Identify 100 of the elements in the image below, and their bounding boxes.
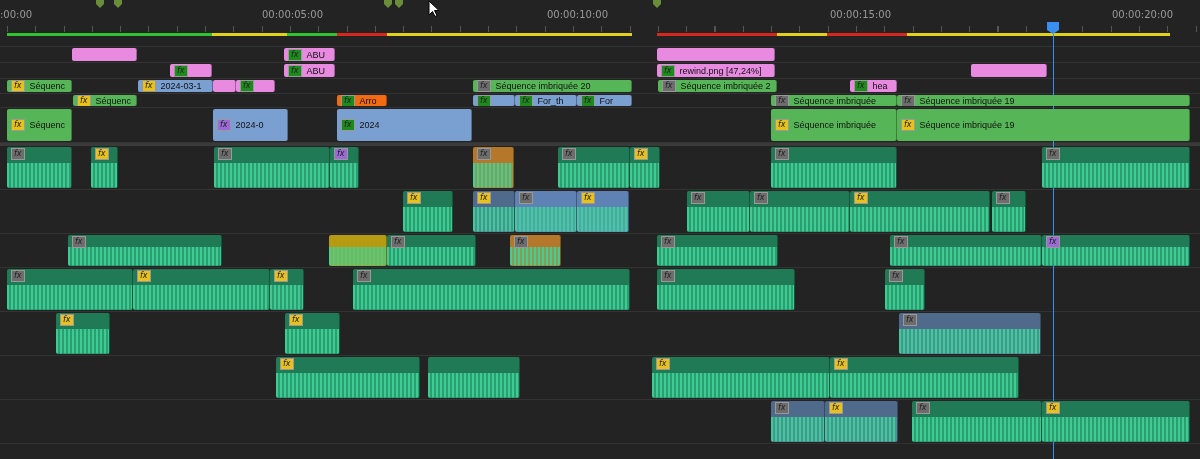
fx-badge[interactable]: fx xyxy=(11,80,25,92)
marker-icon[interactable] xyxy=(114,0,122,8)
audio-clip[interactable]: fx xyxy=(890,235,1042,266)
video-clip[interactable]: fx 2024-03-1 xyxy=(138,80,213,92)
fx-badge[interactable]: fx xyxy=(11,119,25,131)
marker-icon[interactable] xyxy=(96,0,104,8)
fx-badge[interactable]: fx xyxy=(174,64,188,77)
fx-badge[interactable]: fx xyxy=(217,119,231,131)
video-clip[interactable]: fx xyxy=(473,95,515,106)
audio-clip[interactable]: fx xyxy=(771,401,825,442)
video-clip[interactable]: fx Séquenc xyxy=(73,95,137,106)
video-clip[interactable]: fx Séquence imbriquée xyxy=(771,95,897,106)
audio-clip[interactable]: fx xyxy=(510,235,561,266)
fx-badge[interactable]: fx xyxy=(1046,402,1060,414)
audio-clip[interactable]: fx xyxy=(270,269,304,310)
fx-badge[interactable]: fx xyxy=(95,148,109,160)
video-clip[interactable] xyxy=(72,48,137,61)
video-clip[interactable]: fx Arro xyxy=(337,95,387,106)
audio-clip[interactable]: fx xyxy=(387,235,476,266)
fx-badge[interactable]: fx xyxy=(894,236,908,248)
video-clip[interactable]: fx Séquence imbriquée 19 xyxy=(897,109,1190,141)
fx-badge[interactable]: fx xyxy=(656,358,670,370)
marker-icon[interactable] xyxy=(395,0,403,8)
audio-clip[interactable]: fx xyxy=(687,191,750,232)
fx-badge[interactable]: fx xyxy=(477,95,491,106)
fx-badge[interactable]: fx xyxy=(661,270,675,282)
audio-clip[interactable]: fx xyxy=(850,191,990,232)
audio-clip[interactable]: fx xyxy=(276,357,420,398)
fx-badge[interactable]: fx xyxy=(889,270,903,282)
audio-clip[interactable]: fx xyxy=(912,401,1042,442)
video-clip[interactable]: fx xyxy=(236,80,275,92)
fx-badge[interactable]: fx xyxy=(274,270,288,282)
fx-badge[interactable]: fx xyxy=(357,270,371,282)
audio-clip[interactable]: fx xyxy=(1042,147,1190,188)
fx-badge[interactable]: fx xyxy=(280,358,294,370)
fx-badge[interactable]: fx xyxy=(289,314,303,326)
video-clip[interactable]: fx Séquenc xyxy=(7,109,72,141)
audio-clip[interactable]: fx xyxy=(7,147,72,188)
audio-clip[interactable]: fx xyxy=(657,235,778,266)
marker-icon[interactable] xyxy=(653,0,661,8)
video-clip[interactable]: fx rewind.png [47,24%] xyxy=(657,64,775,77)
audio-clip[interactable]: fx xyxy=(285,313,340,354)
fx-badge[interactable]: fx xyxy=(288,64,302,77)
audio-clip[interactable]: fx xyxy=(577,191,629,232)
fx-badge[interactable]: fx xyxy=(661,64,675,77)
audio-clip[interactable]: fx xyxy=(899,313,1041,354)
fx-badge[interactable]: fx xyxy=(519,95,533,106)
fx-badge[interactable]: fx xyxy=(661,236,675,248)
fx-badge[interactable]: fx xyxy=(341,95,355,106)
audio-clip[interactable]: fx xyxy=(403,191,453,232)
audio-clip[interactable]: fx xyxy=(885,269,925,310)
audio-clip[interactable]: fx xyxy=(830,357,1019,398)
fx-badge[interactable]: fx xyxy=(775,119,789,131)
fx-badge[interactable]: fx xyxy=(477,148,491,160)
fx-badge[interactable]: fx xyxy=(1046,236,1060,248)
fx-badge[interactable]: fx xyxy=(634,148,648,160)
fx-badge[interactable]: fx xyxy=(775,148,789,160)
video-clip[interactable]: fx Séquence imbriquée xyxy=(771,109,897,141)
audio-clip[interactable]: fx xyxy=(133,269,270,310)
video-clip[interactable]: fx hea xyxy=(850,80,897,92)
fx-badge[interactable]: fx xyxy=(218,148,232,160)
fx-badge[interactable]: fx xyxy=(903,314,917,326)
fx-badge[interactable]: fx xyxy=(137,270,151,282)
audio-clip[interactable]: fx xyxy=(750,191,850,232)
audio-clip[interactable]: fx xyxy=(825,401,898,442)
fx-badge[interactable]: fx xyxy=(391,236,405,248)
fx-badge[interactable]: fx xyxy=(775,402,789,414)
fx-badge[interactable]: fx xyxy=(901,95,915,106)
audio-clip[interactable]: fx xyxy=(56,313,110,354)
audio-clip[interactable]: fx xyxy=(214,147,330,188)
audio-clip[interactable]: fx xyxy=(91,147,118,188)
fx-badge[interactable]: fx xyxy=(901,119,915,131)
fx-badge[interactable]: fx xyxy=(996,192,1010,204)
audio-clip[interactable]: fx xyxy=(7,269,133,310)
fx-badge[interactable]: fx xyxy=(834,358,848,370)
fx-badge[interactable]: fx xyxy=(142,80,156,92)
audio-clip[interactable]: fx xyxy=(771,147,897,188)
video-clip[interactable]: fx ABU xyxy=(284,48,335,61)
video-clip[interactable]: fx Séquence imbriquée 19 xyxy=(897,95,1190,106)
audio-clip[interactable]: fx xyxy=(473,191,515,232)
fx-badge[interactable]: fx xyxy=(341,119,355,131)
audio-clip[interactable]: fx xyxy=(652,357,830,398)
fx-badge[interactable]: fx xyxy=(72,236,86,248)
fx-badge[interactable]: fx xyxy=(77,95,91,106)
fx-badge[interactable]: fx xyxy=(562,148,576,160)
fx-badge[interactable]: fx xyxy=(60,314,74,326)
video-clip[interactable]: fx xyxy=(170,64,212,77)
fx-badge[interactable]: fx xyxy=(1046,148,1060,160)
fx-badge[interactable]: fx xyxy=(662,80,676,92)
video-clip[interactable] xyxy=(971,64,1047,77)
fx-badge[interactable]: fx xyxy=(829,402,843,414)
audio-clip[interactable]: fx xyxy=(558,147,630,188)
audio-clip[interactable]: fx xyxy=(353,269,630,310)
fx-badge[interactable]: fx xyxy=(519,192,533,204)
video-clip[interactable]: fx For xyxy=(577,95,632,106)
fx-badge[interactable]: fx xyxy=(754,192,768,204)
fx-badge[interactable]: fx xyxy=(916,402,930,414)
fx-badge[interactable]: fx xyxy=(581,95,595,106)
video-clip[interactable]: fx For_th xyxy=(515,95,577,106)
fx-badge[interactable]: fx xyxy=(691,192,705,204)
